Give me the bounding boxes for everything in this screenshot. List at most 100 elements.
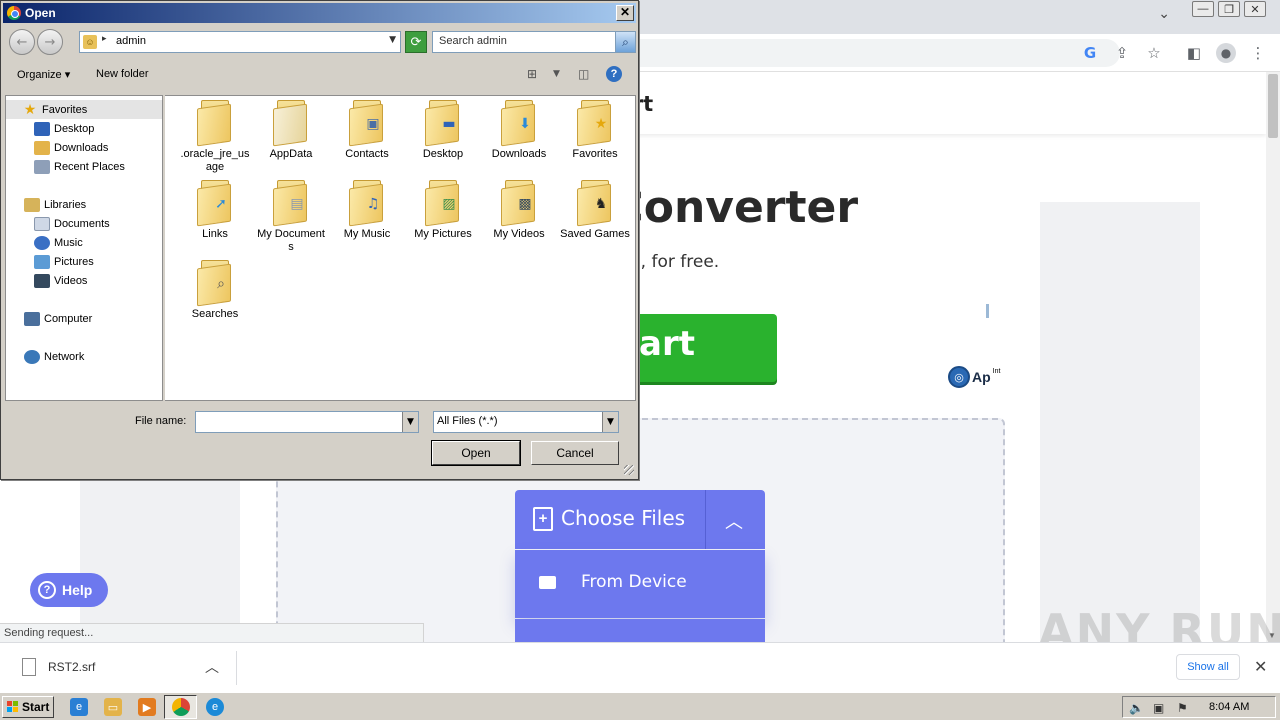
profile-icon[interactable]: ● <box>1216 43 1236 63</box>
menu-icon[interactable]: ⋮ <box>1248 43 1268 63</box>
nav-label: Favorites <box>42 103 88 116</box>
file-item[interactable]: ➚ Links <box>180 180 250 241</box>
file-item[interactable]: ▤ My Documents <box>256 180 326 254</box>
start-button[interactable]: Start <box>2 696 54 718</box>
address-path[interactable]: admin <box>116 35 146 47</box>
nav-favorites[interactable]: ★ Favorites <box>6 100 162 119</box>
file-name: Desktop <box>422 148 464 160</box>
file-item[interactable]: .oracle_jre_usage <box>180 100 250 174</box>
open-button[interactable]: Open <box>431 440 521 466</box>
file-item[interactable]: ▣ Contacts <box>332 100 402 161</box>
show-all-button[interactable]: Show all <box>1176 654 1240 680</box>
refresh-icon[interactable]: ⟳ <box>405 31 427 53</box>
chevron-down-icon[interactable]: ▼ <box>402 412 418 432</box>
organize-menu[interactable]: Organize ▾ <box>17 68 70 81</box>
file-item[interactable]: ♫ My Music <box>332 180 402 241</box>
side-panel-icon[interactable]: ◧ <box>1184 43 1204 63</box>
share-icon[interactable]: ⇪ <box>1112 43 1132 63</box>
nav-item-recent-places[interactable]: Recent Places <box>6 157 162 176</box>
nav-item-desktop[interactable]: Desktop <box>6 119 162 138</box>
scrollbar-thumb[interactable] <box>1268 74 1278 138</box>
nav-item-music[interactable]: Music <box>6 233 162 252</box>
ad-logo[interactable]: ◎ Ap Int <box>948 366 1000 388</box>
dialog-titlebar[interactable]: Open ✕ <box>3 3 636 23</box>
flag-icon[interactable]: ⚑ <box>1177 701 1188 715</box>
question-icon: ? <box>38 581 56 599</box>
file-item[interactable]: ▨ My Pictures <box>408 180 478 241</box>
resize-grip-icon[interactable] <box>624 465 634 475</box>
back-arrow-icon[interactable]: ← <box>9 29 35 55</box>
bookmark-star-icon[interactable]: ☆ <box>1144 43 1164 63</box>
new-folder-button[interactable]: New folder <box>96 68 149 80</box>
file-name: Links <box>202 228 228 240</box>
choose-files-button[interactable]: + Choose Files ︿ <box>515 490 765 549</box>
search-input[interactable]: Search admin ⌕ <box>432 31 636 53</box>
minimize-button[interactable]: — <box>1192 1 1214 17</box>
cancel-button[interactable]: Cancel <box>531 441 619 465</box>
preview-pane-icon[interactable]: ◫ <box>578 67 589 81</box>
chevron-down-icon[interactable]: ▼ <box>602 412 618 432</box>
file-item[interactable]: ▩ My Videos <box>484 180 554 241</box>
from-device-option[interactable]: From Device <box>515 550 765 618</box>
search-icon[interactable]: ⌕ <box>615 32 635 52</box>
file-name: My Documents <box>257 228 325 253</box>
chevron-up-icon[interactable]: ︿ <box>205 657 219 677</box>
nav-label: Music <box>54 236 83 249</box>
view-dropdown-icon[interactable]: ▼ <box>553 69 560 79</box>
chrome-taskbar-button[interactable] <box>164 695 197 719</box>
file-type-value: All Files (*.*) <box>437 415 498 427</box>
network-icon[interactable]: ▣ <box>1153 701 1164 715</box>
file-name: My Pictures <box>414 228 472 240</box>
edge-icon[interactable]: e <box>206 698 224 716</box>
view-options-icon[interactable]: ⊞ <box>527 67 537 81</box>
help-button[interactable]: ? Help <box>30 573 108 607</box>
nav-item-downloads[interactable]: Downloads <box>6 138 162 157</box>
dialog-close-button[interactable]: ✕ <box>616 5 634 21</box>
file-item[interactable]: ♞ Saved Games <box>560 180 630 241</box>
chevron-up-icon[interactable]: ︿ <box>725 508 743 534</box>
file-item[interactable]: AppData <box>256 100 326 161</box>
recent-places-icon <box>34 159 50 174</box>
file-item[interactable]: ⌕ Searches <box>180 260 250 321</box>
help-label: Help <box>62 582 93 598</box>
file-item[interactable]: ▬ Desktop <box>408 100 478 161</box>
restore-button[interactable]: ❐ <box>1218 1 1240 17</box>
volume-icon[interactable]: 🔈 <box>1129 701 1144 715</box>
explorer-folder-icon[interactable]: ▭ <box>104 698 122 716</box>
tab-search-chevron-down-icon[interactable]: ⌄ <box>1158 6 1170 22</box>
file-item[interactable]: ⬇ Downloads <box>484 100 554 161</box>
address-dropdown-icon[interactable]: ▼ <box>389 35 396 45</box>
close-window-button[interactable]: ✕ <box>1244 1 1266 17</box>
breadcrumb-chevron-icon[interactable]: ▸ <box>102 34 107 44</box>
media-player-icon[interactable]: ▶ <box>138 698 156 716</box>
file-name-input[interactable]: ▼ <box>195 411 419 433</box>
file-name: My Videos <box>493 228 545 240</box>
nav-item-videos[interactable]: Videos <box>6 271 162 290</box>
file-item[interactable]: ★ Favorites <box>560 100 630 161</box>
organize-label: Organize <box>17 69 62 81</box>
nav-item-pictures[interactable]: Pictures <box>6 252 162 271</box>
page-scrollbar[interactable]: ▼ <box>1266 72 1280 642</box>
nav-label: Desktop <box>54 122 95 135</box>
forward-arrow-icon[interactable]: → <box>37 29 63 55</box>
download-file-name[interactable]: RST2.srf <box>48 660 95 674</box>
nav-item-documents[interactable]: Documents <box>6 214 162 233</box>
internet-explorer-icon[interactable]: e <box>70 698 88 716</box>
help-icon[interactable]: ? <box>606 66 622 82</box>
nav-libraries[interactable]: Libraries <box>6 195 162 214</box>
address-breadcrumb[interactable]: ☺ ▸ admin ▼ <box>79 31 401 53</box>
close-icon[interactable]: ✕ <box>1254 657 1267 676</box>
right-ad-slot <box>1040 202 1200 642</box>
file-type-select[interactable]: All Files (*.*) ▼ <box>433 411 619 433</box>
pictures-folder-icon: ▨ <box>425 180 461 227</box>
file-name: Downloads <box>491 148 547 160</box>
clock[interactable]: 8:04 AM <box>1209 701 1249 713</box>
choose-files-label: Choose Files <box>561 506 686 530</box>
nav-network[interactable]: Network <box>6 347 162 366</box>
system-tray: 🔈 ▣ ⚑ 8:04 AM <box>1122 696 1276 718</box>
status-bubble: Sending request... <box>0 623 424 642</box>
upload-option-partial[interactable] <box>515 619 765 642</box>
nav-computer[interactable]: Computer <box>6 309 162 328</box>
google-icon[interactable]: G <box>1080 43 1100 63</box>
address-bar[interactable] <box>560 39 1120 67</box>
